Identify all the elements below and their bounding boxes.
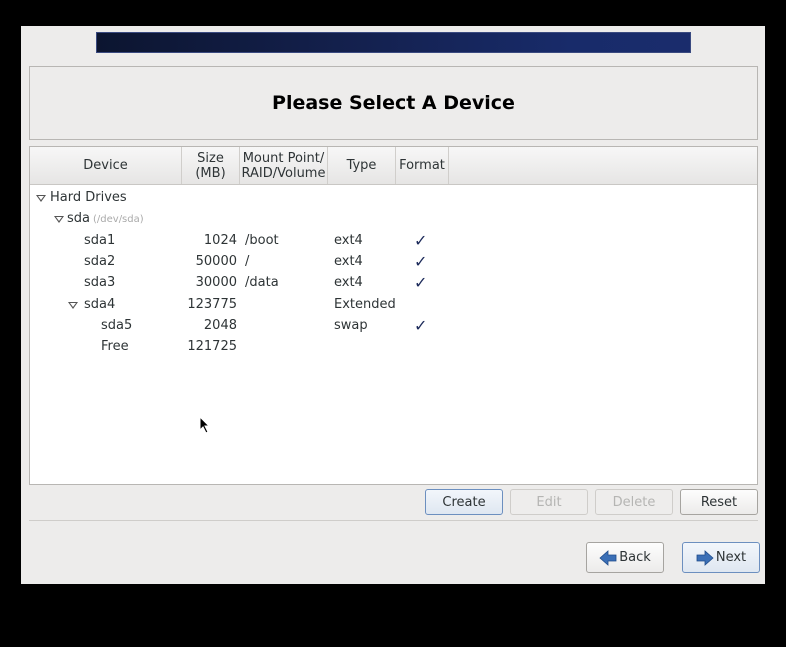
device-name: Hard Drives xyxy=(50,190,127,205)
device-name: sda3 xyxy=(84,275,116,291)
expander-icon[interactable] xyxy=(36,195,46,202)
mount-point-value: / xyxy=(245,253,250,269)
tree-row[interactable]: sda4 123775 Extended xyxy=(30,295,757,316)
installer-window: Please Select A Device Device Size (MB) M… xyxy=(21,26,765,584)
type-value: ext4 xyxy=(334,253,363,269)
device-name: sda5 xyxy=(101,317,133,333)
mount-point-value: /boot xyxy=(245,232,279,248)
tree-row[interactable]: sda3 30000/data ext4 ✓ xyxy=(30,273,757,294)
format-check-icon[interactable]: ✓ xyxy=(414,316,427,335)
device-path: (/dev/sda) xyxy=(93,214,144,226)
divider xyxy=(29,520,758,521)
size-value: 121725 xyxy=(187,339,237,355)
type-value: Extended xyxy=(334,296,396,312)
tree-row[interactable]: Hard Drives xyxy=(30,188,757,209)
format-check-icon[interactable]: ✓ xyxy=(414,273,427,292)
device-name: sda xyxy=(67,211,90,227)
reset-button[interactable]: Reset xyxy=(680,489,758,515)
expander-icon[interactable] xyxy=(54,216,64,224)
device-name: sda2 xyxy=(84,253,116,269)
tree-row[interactable]: sda2 50000 / ext4 ✓ xyxy=(30,252,757,273)
next-button[interactable]: Next xyxy=(682,542,760,573)
tree-row[interactable]: sda5 2048 swap ✓ xyxy=(30,316,757,337)
create-button[interactable]: Create xyxy=(425,489,503,515)
format-check-icon[interactable]: ✓ xyxy=(414,252,427,271)
tree-row[interactable]: sda (/dev/sda) xyxy=(30,209,757,230)
tree-header: Device Size (MB) Mount Point/RAID/Volume … xyxy=(30,147,757,185)
type-value: ext4 xyxy=(334,275,363,291)
device-name: Free xyxy=(101,339,129,355)
back-button[interactable]: Back xyxy=(586,542,664,573)
device-tree[interactable]: Device Size (MB) Mount Point/RAID/Volume … xyxy=(29,146,758,485)
column-size[interactable]: Size (MB) xyxy=(182,147,240,184)
device-name: sda1 xyxy=(84,232,116,248)
page-title: Please Select A Device xyxy=(272,92,515,114)
size-value: 1024 xyxy=(203,232,237,248)
column-type[interactable]: Type xyxy=(328,147,396,184)
type-value: ext4 xyxy=(334,232,363,248)
edit-button[interactable]: Edit xyxy=(510,489,588,515)
size-value: 30000 xyxy=(195,275,237,291)
mouse-cursor-icon xyxy=(199,416,211,434)
tree-row[interactable]: Free 121725 xyxy=(30,337,757,358)
size-value: 123775 xyxy=(187,296,237,312)
column-device[interactable]: Device xyxy=(30,147,182,184)
size-value: 2048 xyxy=(203,317,237,333)
expander-icon[interactable] xyxy=(68,301,78,309)
device-name: sda4 xyxy=(84,296,116,312)
column-format[interactable]: Format xyxy=(396,147,449,184)
header-banner xyxy=(96,32,691,53)
tree-row[interactable]: sda1 1024/boot ext4 ✓ xyxy=(30,231,757,252)
format-check-icon[interactable]: ✓ xyxy=(414,231,427,250)
title-panel: Please Select A Device xyxy=(29,66,758,140)
next-arrow-icon xyxy=(696,549,714,566)
delete-button[interactable]: Delete xyxy=(595,489,673,515)
type-value: swap xyxy=(334,317,368,333)
column-mount-point[interactable]: Mount Point/RAID/Volume xyxy=(240,147,328,184)
size-value: 50000 xyxy=(195,253,237,269)
back-arrow-icon xyxy=(599,549,617,566)
mount-point-value: /data xyxy=(245,275,279,291)
